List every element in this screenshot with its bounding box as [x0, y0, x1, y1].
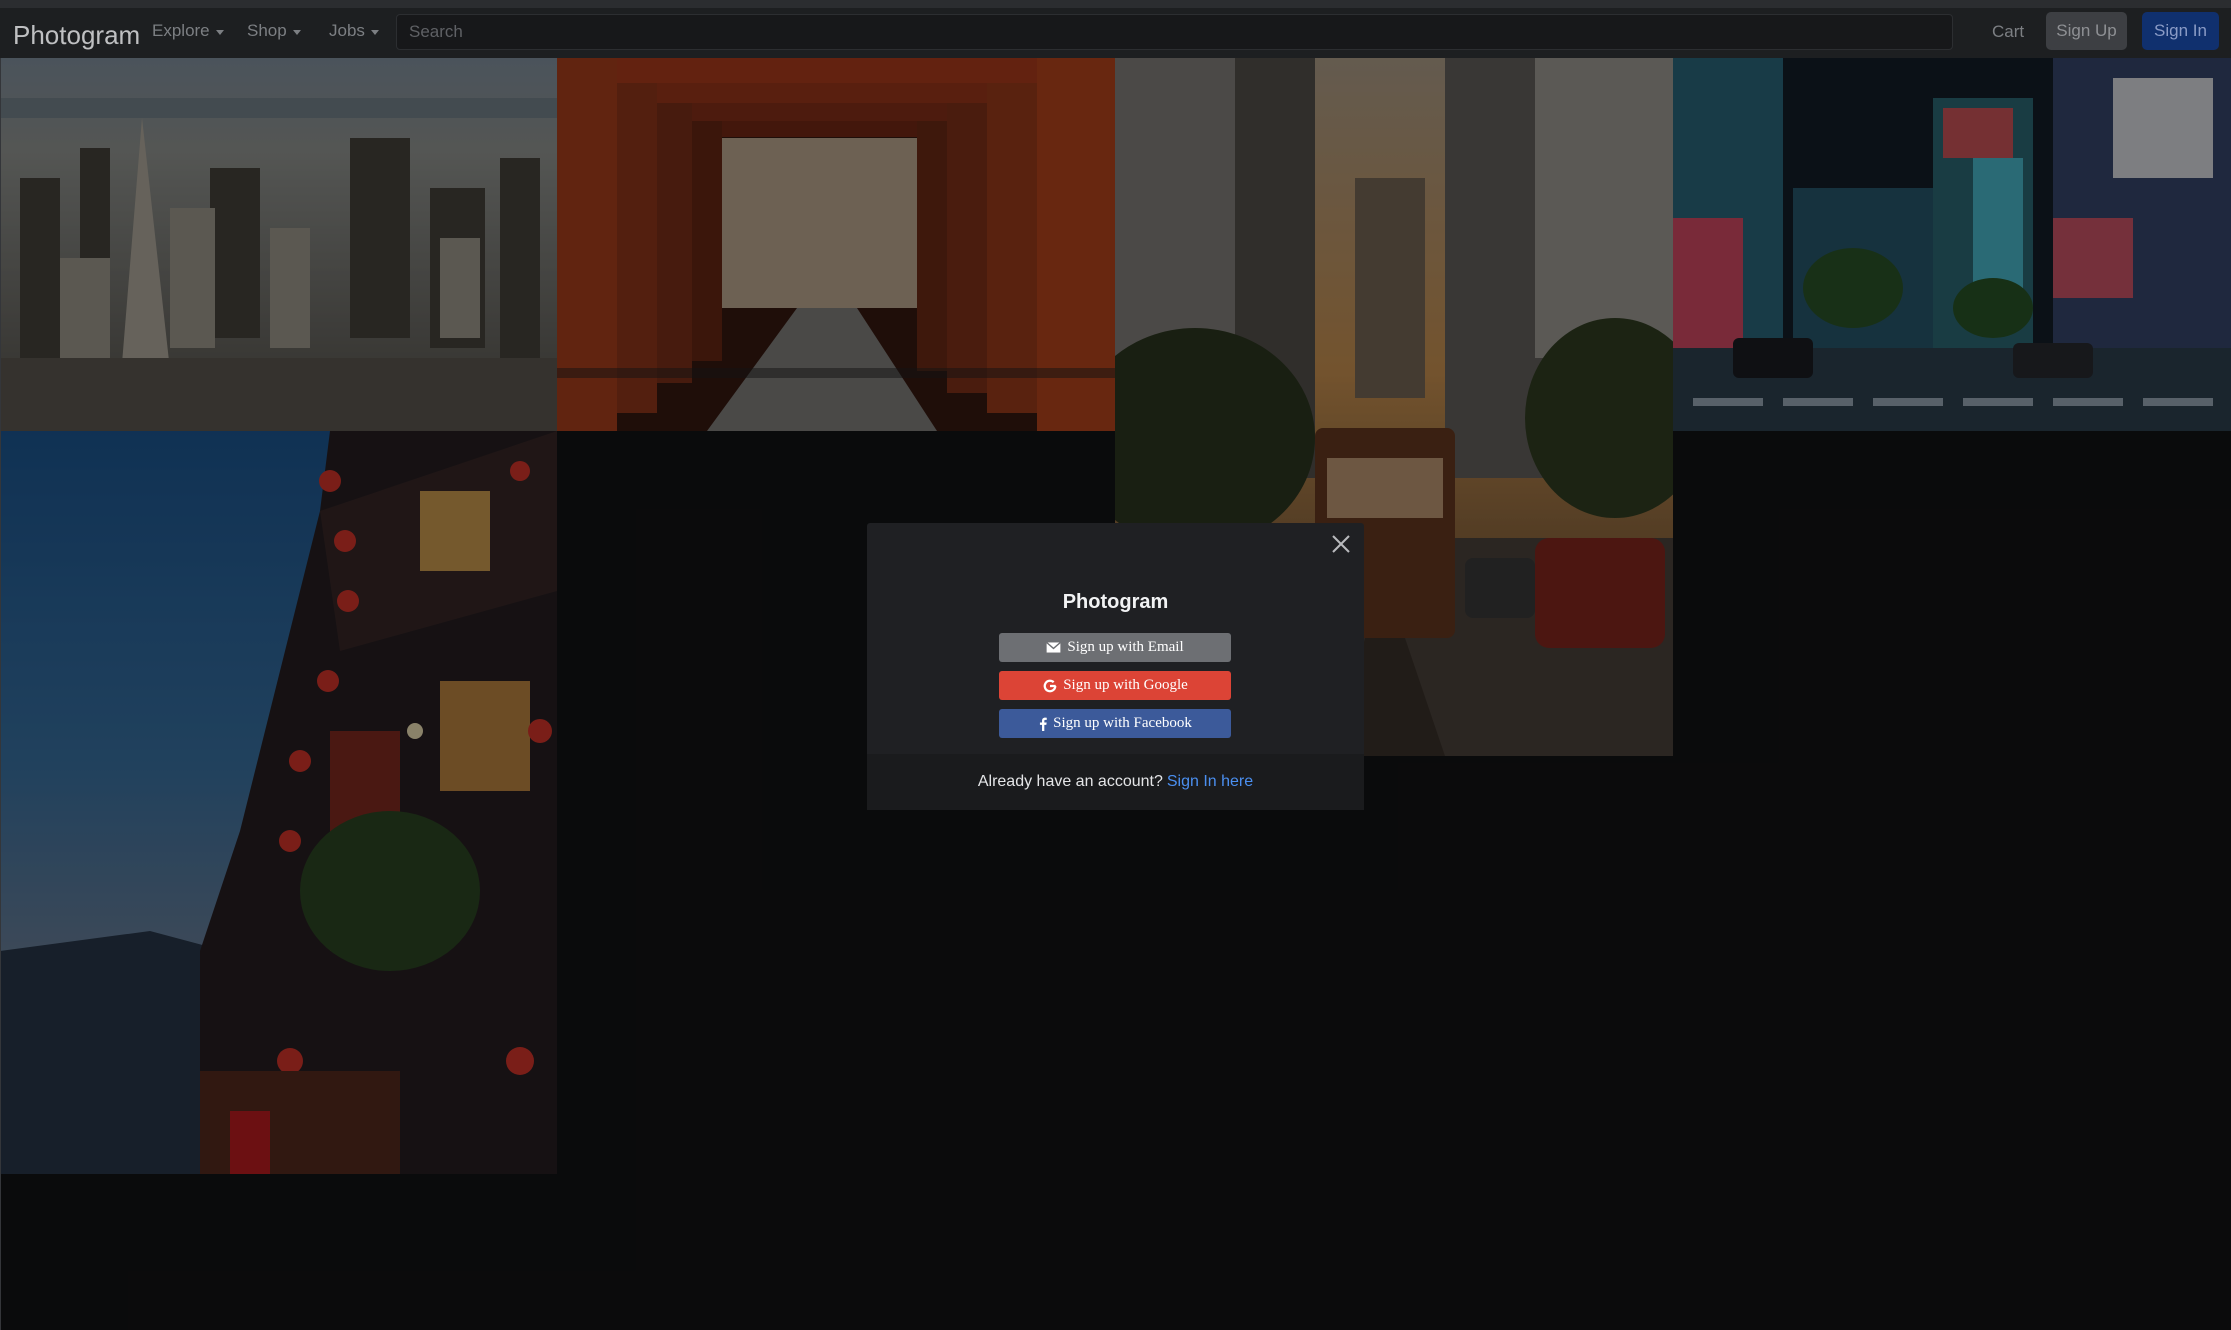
close-icon[interactable]: [1330, 533, 1352, 555]
caret-down-icon: [370, 29, 379, 35]
signup-google-label: Sign up with Google: [1063, 677, 1188, 693]
brand-logo[interactable]: Photogram: [13, 20, 140, 51]
menu-explore-label: Explore: [152, 21, 210, 40]
search-input[interactable]: [396, 14, 1953, 50]
modal-footer: Already have an account? Sign In here: [867, 754, 1364, 810]
signup-google-button[interactable]: Sign up with Google: [999, 671, 1231, 700]
cart-link[interactable]: Cart: [1992, 22, 2024, 42]
signin-button[interactable]: Sign In: [2142, 12, 2219, 50]
signin-here-link[interactable]: Sign In here: [1167, 773, 1253, 791]
signup-button[interactable]: Sign Up: [2046, 12, 2127, 50]
menu-jobs[interactable]: Jobs: [329, 21, 379, 41]
caret-down-icon: [292, 29, 301, 35]
signup-email-button[interactable]: Sign up with Email: [999, 633, 1231, 662]
google-icon: [1042, 678, 1057, 693]
menu-jobs-label: Jobs: [329, 21, 365, 40]
signup-facebook-label: Sign up with Facebook: [1053, 715, 1192, 731]
modal-title: Photogram: [1062, 591, 1169, 613]
menu-shop[interactable]: Shop: [247, 21, 301, 41]
footer-text: Already have an account?: [977, 773, 1163, 790]
page-left-border: [0, 58, 1, 1330]
caret-down-icon: [215, 29, 224, 35]
signup-email-label: Sign up with Email: [1067, 639, 1184, 655]
envelope-icon: [1046, 640, 1062, 655]
signup-facebook-button[interactable]: Sign up with Facebook: [999, 709, 1231, 738]
menu-shop-label: Shop: [247, 21, 287, 40]
facebook-icon: [1038, 716, 1047, 731]
menu-explore[interactable]: Explore: [152, 21, 224, 41]
top-navbar: Photogram Explore Shop Jobs Cart Sign Up…: [0, 0, 2231, 58]
signup-modal: Photogram Sign up with Email Sign up wit…: [867, 523, 1364, 810]
